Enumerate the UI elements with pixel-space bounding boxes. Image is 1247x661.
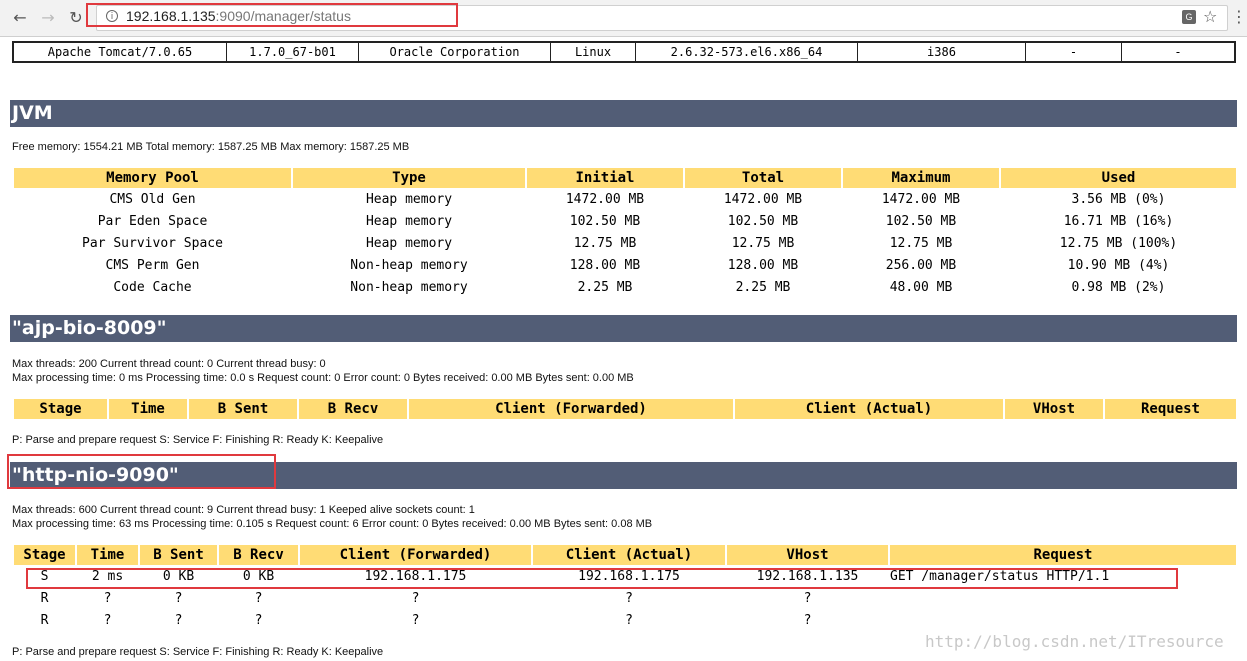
pool-name: Par Survivor Space (82, 236, 223, 251)
worker-time: ? (103, 613, 112, 628)
pool-type: Heap memory (365, 236, 453, 251)
pool-type: Heap memory (365, 214, 453, 229)
pool-used: 3.56 MB (0%) (1071, 192, 1166, 207)
http-threads-info: Max threads: 600 Current thread count: 9… (12, 504, 475, 516)
worker-client-actual: ? (625, 613, 633, 628)
pool-initial: 128.00 MB (569, 258, 641, 273)
pool-maximum: 1472.00 MB (881, 192, 961, 207)
column-header: Stage (14, 399, 107, 419)
http-title-highlight-box (7, 454, 276, 489)
ajp-stage-legend: P: Parse and prepare request S: Service … (12, 434, 384, 446)
server-info-cell: Oracle Corporation (359, 43, 551, 61)
pool-total: 1472.00 MB (723, 192, 803, 207)
pool-maximum: 48.00 MB (889, 280, 953, 295)
forward-arrow-icon[interactable]: → (38, 8, 58, 28)
pool-initial: 102.50 MB (569, 214, 641, 229)
worker-stage: R (40, 591, 49, 606)
pool-initial: 1472.00 MB (565, 192, 645, 207)
back-arrow-icon[interactable]: ← (10, 8, 30, 28)
pool-total: 102.50 MB (727, 214, 799, 229)
column-header: B Sent (189, 399, 297, 419)
worker-bytes-sent: ? (174, 591, 183, 606)
column-header: Request (890, 545, 1236, 565)
url-text[interactable]: 192.168.1.135:9090/manager/status (126, 8, 351, 24)
server-info-cell: i386 (858, 43, 1026, 61)
pool-type: Heap memory (365, 192, 453, 207)
pool-initial: 12.75 MB (573, 236, 637, 251)
server-info-cell: 2.6.32-573.el6.x86_64 (636, 43, 858, 61)
column-header: Client (Forwarded) (409, 399, 733, 419)
column-header: Stage (14, 545, 75, 565)
reload-icon[interactable]: ↻ (66, 8, 86, 28)
worker-bytes-sent: ? (174, 613, 183, 628)
ajp-processing-info: Max processing time: 0 ms Processing tim… (12, 372, 634, 384)
pool-name: CMS Perm Gen (105, 258, 200, 273)
watermark: http://blog.csdn.net/ITresource (925, 632, 1224, 651)
pool-maximum: 102.50 MB (885, 214, 957, 229)
http-stage-legend: P: Parse and prepare request S: Service … (12, 646, 384, 658)
worker-client-forwarded: ? (411, 613, 420, 628)
column-header: Initial (527, 168, 683, 188)
server-info-cell: - (1026, 43, 1122, 61)
http-processing-info: Max processing time: 63 ms Processing ti… (12, 518, 653, 530)
pool-total: 2.25 MB (735, 280, 791, 295)
worker-stage: R (40, 613, 49, 628)
column-header: Client (Forwarded) (300, 545, 531, 565)
pool-initial: 2.25 MB (577, 280, 633, 295)
info-icon[interactable]: i (106, 10, 118, 22)
column-header: B Recv (299, 399, 407, 419)
worker-client-forwarded: ? (411, 591, 420, 606)
browser-toolbar: ← → ↻ i 192.168.1.135:9090/manager/statu… (0, 0, 1247, 37)
worker-client-actual: ? (625, 591, 633, 606)
column-header: Client (Actual) (533, 545, 725, 565)
pool-used: 16.71 MB (16%) (1063, 214, 1174, 229)
column-header: VHost (727, 545, 888, 565)
translate-icon[interactable]: G (1182, 10, 1196, 24)
jvm-memory-summary: Free memory: 1554.21 MB Total memory: 15… (12, 141, 410, 153)
column-header: B Recv (219, 545, 298, 565)
column-header: Time (109, 399, 187, 419)
worker-vhost: ? (803, 613, 812, 628)
ajp-threads-info: Max threads: 200 Current thread count: 0… (12, 358, 326, 370)
server-info-cell: Linux (551, 43, 636, 61)
worker-bytes-recv: ? (254, 613, 263, 628)
pool-name: Code Cache (113, 280, 192, 295)
worker-time: ? (103, 591, 112, 606)
pool-type: Non-heap memory (350, 258, 468, 273)
column-header: VHost (1005, 399, 1103, 419)
page-content: Apache Tomcat/7.0.65 1.7.0_67-b01 Oracle… (0, 37, 1247, 661)
pool-maximum: 256.00 MB (885, 258, 957, 273)
pool-maximum: 12.75 MB (889, 236, 953, 251)
star-icon[interactable]: ☆ (1203, 7, 1217, 26)
pool-name: CMS Old Gen (109, 192, 196, 207)
worker-request (890, 589, 1236, 609)
server-info-row: Apache Tomcat/7.0.65 1.7.0_67-b01 Oracle… (12, 41, 1236, 63)
worker-request (890, 611, 1236, 631)
column-header: Request (1105, 399, 1236, 419)
jvm-section-title: JVM (10, 100, 1237, 127)
worker-vhost: ? (803, 591, 812, 606)
ajp-connector-title: "ajp-bio-8009" (10, 315, 1237, 342)
column-header: Type (293, 168, 525, 188)
request-row-highlight-box (26, 568, 1178, 589)
menu-icon[interactable]: ⋮ (1231, 7, 1247, 26)
column-header: Time (77, 545, 138, 565)
column-header: Client (Actual) (735, 399, 1003, 419)
pool-used: 12.75 MB (100%) (1059, 236, 1178, 251)
column-header: Maximum (843, 168, 999, 188)
server-info-cell: - (1174, 45, 1182, 59)
pool-used: 10.90 MB (4%) (1067, 258, 1170, 273)
pool-name: Par Eden Space (97, 214, 208, 229)
column-header: Used (1001, 168, 1236, 188)
worker-bytes-recv: ? (254, 591, 263, 606)
pool-used: 0.98 MB (2%) (1071, 280, 1166, 295)
pool-total: 128.00 MB (727, 258, 799, 273)
server-info-cell: Apache Tomcat/7.0.65 (14, 43, 227, 61)
pool-type: Non-heap memory (350, 280, 468, 295)
column-header: Total (685, 168, 841, 188)
column-header: B Sent (140, 545, 217, 565)
pool-total: 12.75 MB (731, 236, 795, 251)
server-info-cell: 1.7.0_67-b01 (227, 43, 359, 61)
column-header: Memory Pool (14, 168, 291, 188)
